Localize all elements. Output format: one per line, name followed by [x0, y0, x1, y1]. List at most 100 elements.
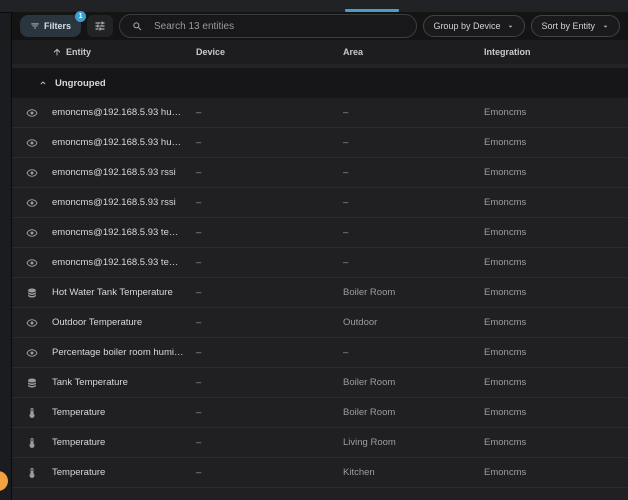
entity-name: Percentage boiler room humidity	[52, 347, 196, 358]
table-row[interactable]: emoncms@192.168.5.93 rssi––Emoncms	[12, 158, 628, 188]
group-row-ungrouped[interactable]: Ungrouped	[12, 68, 628, 98]
entity-area: Kitchen	[343, 467, 484, 478]
entity-integration: Emoncms	[484, 347, 628, 358]
entity-integration: Emoncms	[484, 107, 628, 118]
header-area-label: Area	[343, 47, 363, 57]
entity-integration: Emoncms	[484, 467, 628, 478]
entity-integration: Emoncms	[484, 377, 628, 388]
entity-name: emoncms@192.168.5.93 rssi	[52, 197, 196, 208]
entity-device: –	[196, 407, 343, 418]
filter-icon	[30, 21, 40, 31]
header-integration-label: Integration	[484, 47, 531, 57]
entity-name: Hot Water Tank Temperature	[52, 287, 196, 298]
entity-integration: Emoncms	[484, 137, 628, 148]
header-entity-label: Entity	[66, 47, 91, 57]
thermometer-icon	[12, 467, 52, 479]
entity-area: Boiler Room	[343, 377, 484, 388]
filters-button[interactable]: Filters 1	[20, 15, 81, 37]
header-integration[interactable]: Integration	[484, 47, 628, 57]
eye-icon	[12, 257, 52, 269]
tune-icon	[94, 20, 106, 32]
entity-area: –	[343, 257, 484, 268]
entities-toolbar: Filters 1 Group by Device Sort by Entity	[12, 12, 628, 40]
search-input[interactable]	[152, 20, 404, 33]
entity-integration: Emoncms	[484, 257, 628, 268]
table-row[interactable]: Temperature–KitchenEmoncms	[12, 458, 628, 488]
header-device[interactable]: Device	[196, 47, 343, 57]
eye-icon	[12, 317, 52, 329]
entity-integration: Emoncms	[484, 407, 628, 418]
table-row[interactable]: Tank Temperature–Boiler RoomEmoncms	[12, 368, 628, 398]
chevron-up-icon	[38, 78, 48, 88]
entity-name: Outdoor Temperature	[52, 317, 196, 328]
entity-device: –	[196, 137, 343, 148]
search-box[interactable]	[119, 14, 417, 38]
thermometer-icon	[12, 437, 52, 449]
entity-area: Outdoor	[343, 317, 484, 328]
group-by-select[interactable]: Group by Device	[423, 15, 525, 37]
entity-device: –	[196, 107, 343, 118]
entity-name: emoncms@192.168.5.93 humidity	[52, 107, 196, 118]
filters-button-label: Filters	[44, 21, 71, 31]
entity-area: –	[343, 137, 484, 148]
table-header-row: Entity Device Area Integration	[12, 40, 628, 64]
entity-integration: Emoncms	[484, 227, 628, 238]
entity-area: Boiler Room	[343, 287, 484, 298]
entity-area: –	[343, 227, 484, 238]
header-area[interactable]: Area	[343, 47, 484, 57]
entity-area: –	[343, 347, 484, 358]
header-device-label: Device	[196, 47, 225, 57]
entity-device: –	[196, 377, 343, 388]
entity-name: emoncms@192.168.5.93 humidity	[52, 137, 196, 148]
customize-columns-button[interactable]	[87, 15, 113, 37]
entity-device: –	[196, 287, 343, 298]
table-row[interactable]: Percentage boiler room humidity––Emoncms	[12, 338, 628, 368]
table-row[interactable]: emoncms@192.168.5.93 humidity––Emoncms	[12, 98, 628, 128]
eye-icon	[12, 227, 52, 239]
table-row[interactable]: Hot Water Tank Temperature–Boiler RoomEm…	[12, 278, 628, 308]
sort-by-label: Sort by Entity	[541, 21, 595, 31]
entity-integration: Emoncms	[484, 317, 628, 328]
eye-icon	[12, 347, 52, 359]
table-row[interactable]: emoncms@192.168.5.93 humidity––Emoncms	[12, 128, 628, 158]
entity-name: Temperature	[52, 407, 196, 418]
thermometer-icon	[12, 407, 52, 419]
entity-integration: Emoncms	[484, 437, 628, 448]
group-row-label: Ungrouped	[55, 78, 106, 89]
entity-name: emoncms@192.168.5.93 temperature_rise	[52, 257, 196, 268]
entity-name: Temperature	[52, 467, 196, 478]
chevron-down-icon	[601, 22, 610, 31]
eye-icon	[12, 107, 52, 119]
entity-device: –	[196, 347, 343, 358]
entity-area: Living Room	[343, 437, 484, 448]
entity-device: –	[196, 197, 343, 208]
sidebar-edge	[0, 13, 12, 500]
entity-device: –	[196, 227, 343, 238]
entity-integration: Emoncms	[484, 197, 628, 208]
sort-by-select[interactable]: Sort by Entity	[531, 15, 620, 37]
group-by-label: Group by Device	[433, 21, 500, 31]
search-icon	[132, 21, 143, 32]
eye-icon	[12, 167, 52, 179]
entity-name: Tank Temperature	[52, 377, 196, 388]
header-entity[interactable]: Entity	[52, 47, 196, 57]
entity-name: emoncms@192.168.5.93 rssi	[52, 167, 196, 178]
table-row[interactable]: emoncms@192.168.5.93 temperature_rise––E…	[12, 248, 628, 278]
tank-icon	[12, 377, 52, 389]
entity-device: –	[196, 257, 343, 268]
entity-integration: Emoncms	[484, 287, 628, 298]
chevron-down-icon	[506, 22, 515, 31]
table-row[interactable]: emoncms@192.168.5.93 rssi––Emoncms	[12, 188, 628, 218]
notification-badge-dot	[0, 471, 8, 491]
table-row[interactable]: Outdoor Temperature–OutdoorEmoncms	[12, 308, 628, 338]
entity-device: –	[196, 317, 343, 328]
entity-device: –	[196, 167, 343, 178]
table-row[interactable]: Temperature–Living RoomEmoncms	[12, 428, 628, 458]
sort-arrow-up-icon	[52, 47, 62, 57]
entity-area: –	[343, 197, 484, 208]
table-row[interactable]: Temperature–Boiler RoomEmoncms	[12, 398, 628, 428]
tank-icon	[12, 287, 52, 299]
table-row[interactable]: emoncms@192.168.5.93 temperature_chan…––…	[12, 218, 628, 248]
entity-device: –	[196, 437, 343, 448]
entity-rows: emoncms@192.168.5.93 humidity––Emoncmsem…	[12, 98, 628, 500]
